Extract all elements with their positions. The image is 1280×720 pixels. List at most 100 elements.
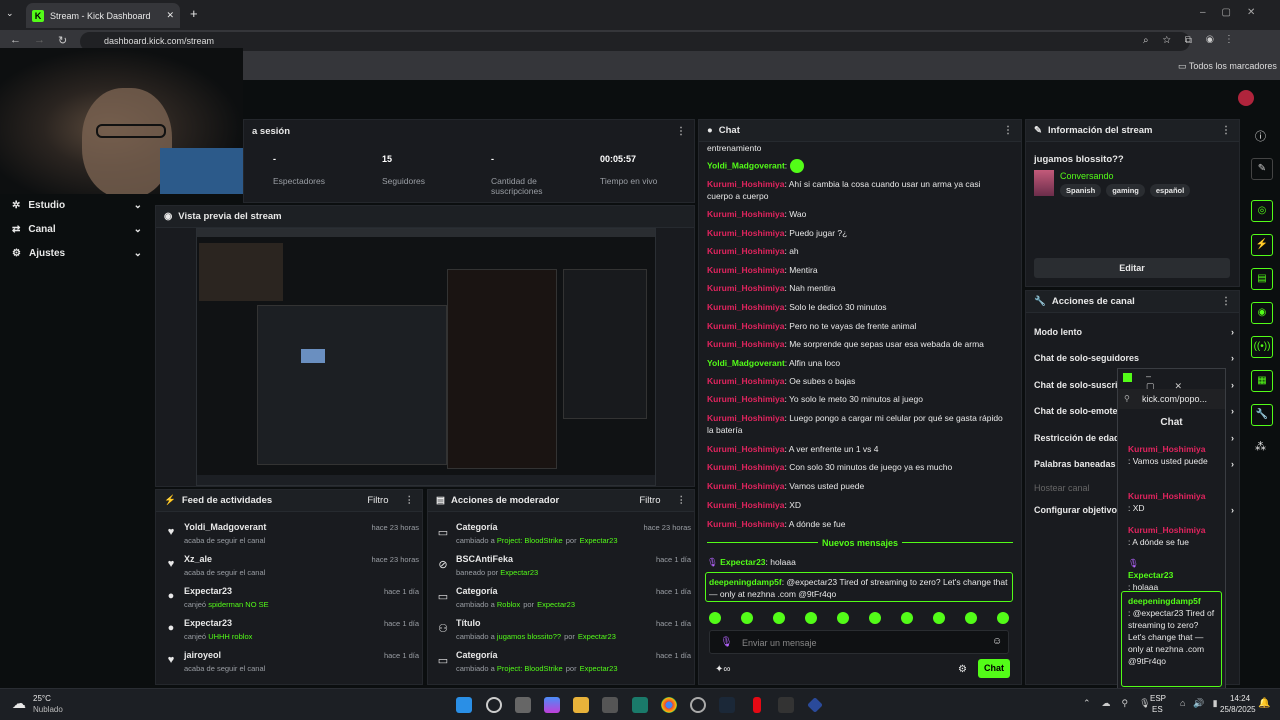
search-icon[interactable] (486, 697, 502, 713)
sidebar-item-estudio[interactable]: ✲ Estudio ⌄ (12, 200, 142, 211)
chat-username[interactable]: deepeningdamp5f (1128, 595, 1215, 607)
bolt-icon[interactable]: ⚡ (1251, 234, 1273, 256)
language-code[interactable]: ESP (1150, 694, 1166, 703)
chat-username[interactable]: Kurumi_Hoshimiya (707, 339, 784, 349)
points-icon[interactable]: ⁂ (1255, 440, 1266, 453)
epic-games-icon[interactable] (778, 697, 794, 713)
send-chat-button[interactable]: Chat (978, 659, 1010, 678)
sidebar-item-canal[interactable]: ⇄ Canal ⌄ (12, 224, 142, 235)
user-avatar[interactable] (1238, 90, 1254, 106)
tab-list-chevron-icon[interactable]: ⌄ (6, 8, 14, 19)
keyboard-layout[interactable]: ES (1152, 705, 1163, 714)
emoji-icon[interactable]: ☺ (992, 636, 1002, 647)
emote-icon[interactable] (997, 612, 1009, 624)
chat-username[interactable]: Kurumi_Hoshimiya (707, 246, 784, 256)
layout-icon[interactable]: ▦ (1251, 370, 1273, 392)
copilot-icon[interactable] (544, 697, 560, 713)
feed-filter-button[interactable]: Filtro (367, 495, 388, 506)
file-explorer-icon[interactable] (573, 697, 589, 713)
site-info-icon[interactable]: ⚲ (1124, 394, 1130, 403)
chrome-icon[interactable] (661, 697, 677, 713)
chat-username[interactable]: Expectar23 (1128, 569, 1220, 581)
address-actions-icon[interactable]: ⌕☆⧉◉⋮ (1143, 35, 1244, 46)
chat-username[interactable]: Kurumi_Hoshimiya (1128, 490, 1220, 502)
more-icon[interactable]: ⋮ (405, 495, 415, 506)
clock-date[interactable]: 25/8/2025 (1220, 705, 1256, 714)
more-icon[interactable]: ⋮ (1221, 296, 1231, 307)
obs-icon[interactable] (690, 697, 706, 713)
category-name[interactable]: Conversando (1060, 171, 1114, 181)
more-icon[interactable]: ⋮ (1221, 125, 1231, 136)
feed-username[interactable]: Xz_ale (184, 554, 212, 564)
window-controls[interactable]: –▢✕ (1200, 7, 1271, 18)
mod-action-item[interactable]: ▭ Categoría cambiado a Roblox por Expectar23… (436, 586, 691, 616)
chat-username[interactable]: Kurumi_Hoshimiya (707, 444, 784, 454)
emote-icon[interactable] (741, 612, 753, 624)
chat-username[interactable]: Kurumi_Hoshimiya (707, 302, 784, 312)
feed-username[interactable]: Yoldi_Madgoverant (184, 522, 266, 532)
terminal-icon[interactable] (632, 697, 648, 713)
emote-icon[interactable] (773, 612, 785, 624)
emote-icon[interactable] (933, 612, 945, 624)
feed-username[interactable]: jairoyeol (184, 650, 221, 660)
emote-icon[interactable] (805, 612, 817, 624)
new-tab-icon[interactable]: + (190, 6, 198, 21)
chat-username[interactable]: Kurumi_Hoshimiya (707, 413, 784, 423)
store-icon[interactable] (602, 697, 618, 713)
feed-item[interactable]: ♥ Xz_ale acaba de seguir el canal hace 23 h… (164, 554, 419, 584)
feed-username[interactable]: Expectar23 (184, 586, 232, 596)
mod-action-item[interactable]: ⊘ BSCAntiFeka baneado por Expectar23 hace 1… (436, 554, 691, 584)
channel-action-item[interactable]: Modo lento › (1034, 327, 1234, 337)
reload-icon[interactable]: ↻ (58, 34, 67, 47)
wrench-icon[interactable]: 🔧 (1251, 404, 1273, 426)
emote-icon[interactable] (709, 612, 721, 624)
forward-icon[interactable]: → (34, 34, 45, 46)
netflix-icon[interactable] (753, 697, 761, 713)
stream-tag[interactable]: español (1149, 184, 1191, 197)
app-icon[interactable] (807, 697, 823, 713)
feed-item[interactable]: ● Expectar23 canjeó UHHH roblox hace 1 día (164, 618, 419, 648)
emote-icon[interactable] (965, 612, 977, 624)
kick-points-icon[interactable]: ✦∞ (715, 664, 731, 675)
feed-username[interactable]: Expectar23 (184, 618, 232, 628)
chat-username[interactable]: Expectar23 (720, 557, 765, 567)
popout-url[interactable]: kick.com/popo... (1142, 394, 1207, 404)
document-icon[interactable]: ▤ (1251, 268, 1273, 290)
chat-icon[interactable]: ◉ (1251, 302, 1273, 324)
chat-username[interactable]: Kurumi_Hoshimiya (707, 500, 784, 510)
back-icon[interactable]: ← (10, 34, 21, 46)
chat-username[interactable]: Kurumi_Hoshimiya (707, 283, 784, 293)
stream-tag[interactable]: gaming (1106, 184, 1145, 197)
stream-tag[interactable]: Spanish (1060, 184, 1102, 197)
chat-username[interactable]: Kurumi_Hoshimiya (707, 209, 784, 219)
browser-tab[interactable]: K Stream - Kick Dashboard ✕ (26, 3, 180, 28)
mod-action-by[interactable]: Expectar23 (580, 536, 618, 545)
feed-item[interactable]: ♥ Yoldi_Madgoverant acaba de seguir el can… (164, 522, 419, 552)
emote-icon[interactable] (837, 612, 849, 624)
mod-action-by[interactable]: Expectar23 (537, 600, 575, 609)
mod-action-item[interactable]: ⚇ Título cambiado a jugamos blossito?? por E… (436, 618, 691, 648)
chat-username[interactable]: Kurumi_Hoshimiya (1128, 524, 1220, 536)
steam-icon[interactable] (719, 697, 735, 713)
start-icon[interactable] (456, 697, 472, 713)
chat-username[interactable]: Kurumi_Hoshimiya (707, 394, 784, 404)
chat-username[interactable]: Kurumi_Hoshimiya (707, 179, 784, 189)
chat-username[interactable]: Yoldi_Madgoverant (707, 160, 785, 170)
camera-icon[interactable]: ◎ (1251, 200, 1273, 222)
close-tab-icon[interactable]: ✕ (166, 10, 174, 21)
mod-action-by[interactable]: Expectar23 (578, 632, 616, 641)
emote-icon[interactable] (869, 612, 881, 624)
sidebar-item-ajustes[interactable]: ⚙ Ajustes ⌄ (12, 248, 142, 259)
task-view-icon[interactable] (515, 697, 531, 713)
mod-action-by[interactable]: Expectar23 (500, 568, 538, 577)
edit-stream-button[interactable]: Editar (1034, 258, 1230, 278)
mod-action-by[interactable]: Expectar23 (580, 664, 618, 673)
chat-username[interactable]: Kurumi_Hoshimiya (707, 228, 784, 238)
more-icon[interactable]: ⋮ (676, 126, 686, 137)
more-icon[interactable]: ⋮ (677, 495, 687, 506)
broadcast-icon[interactable]: ((•)) (1251, 336, 1273, 358)
url-input[interactable]: dashboard.kick.com/stream (80, 32, 1190, 51)
emote-icon[interactable] (901, 612, 913, 624)
feed-item[interactable]: ♥ jairoyeol acaba de seguir el canal hace 1… (164, 650, 419, 680)
mod-filter-button[interactable]: Filtro (639, 495, 660, 506)
